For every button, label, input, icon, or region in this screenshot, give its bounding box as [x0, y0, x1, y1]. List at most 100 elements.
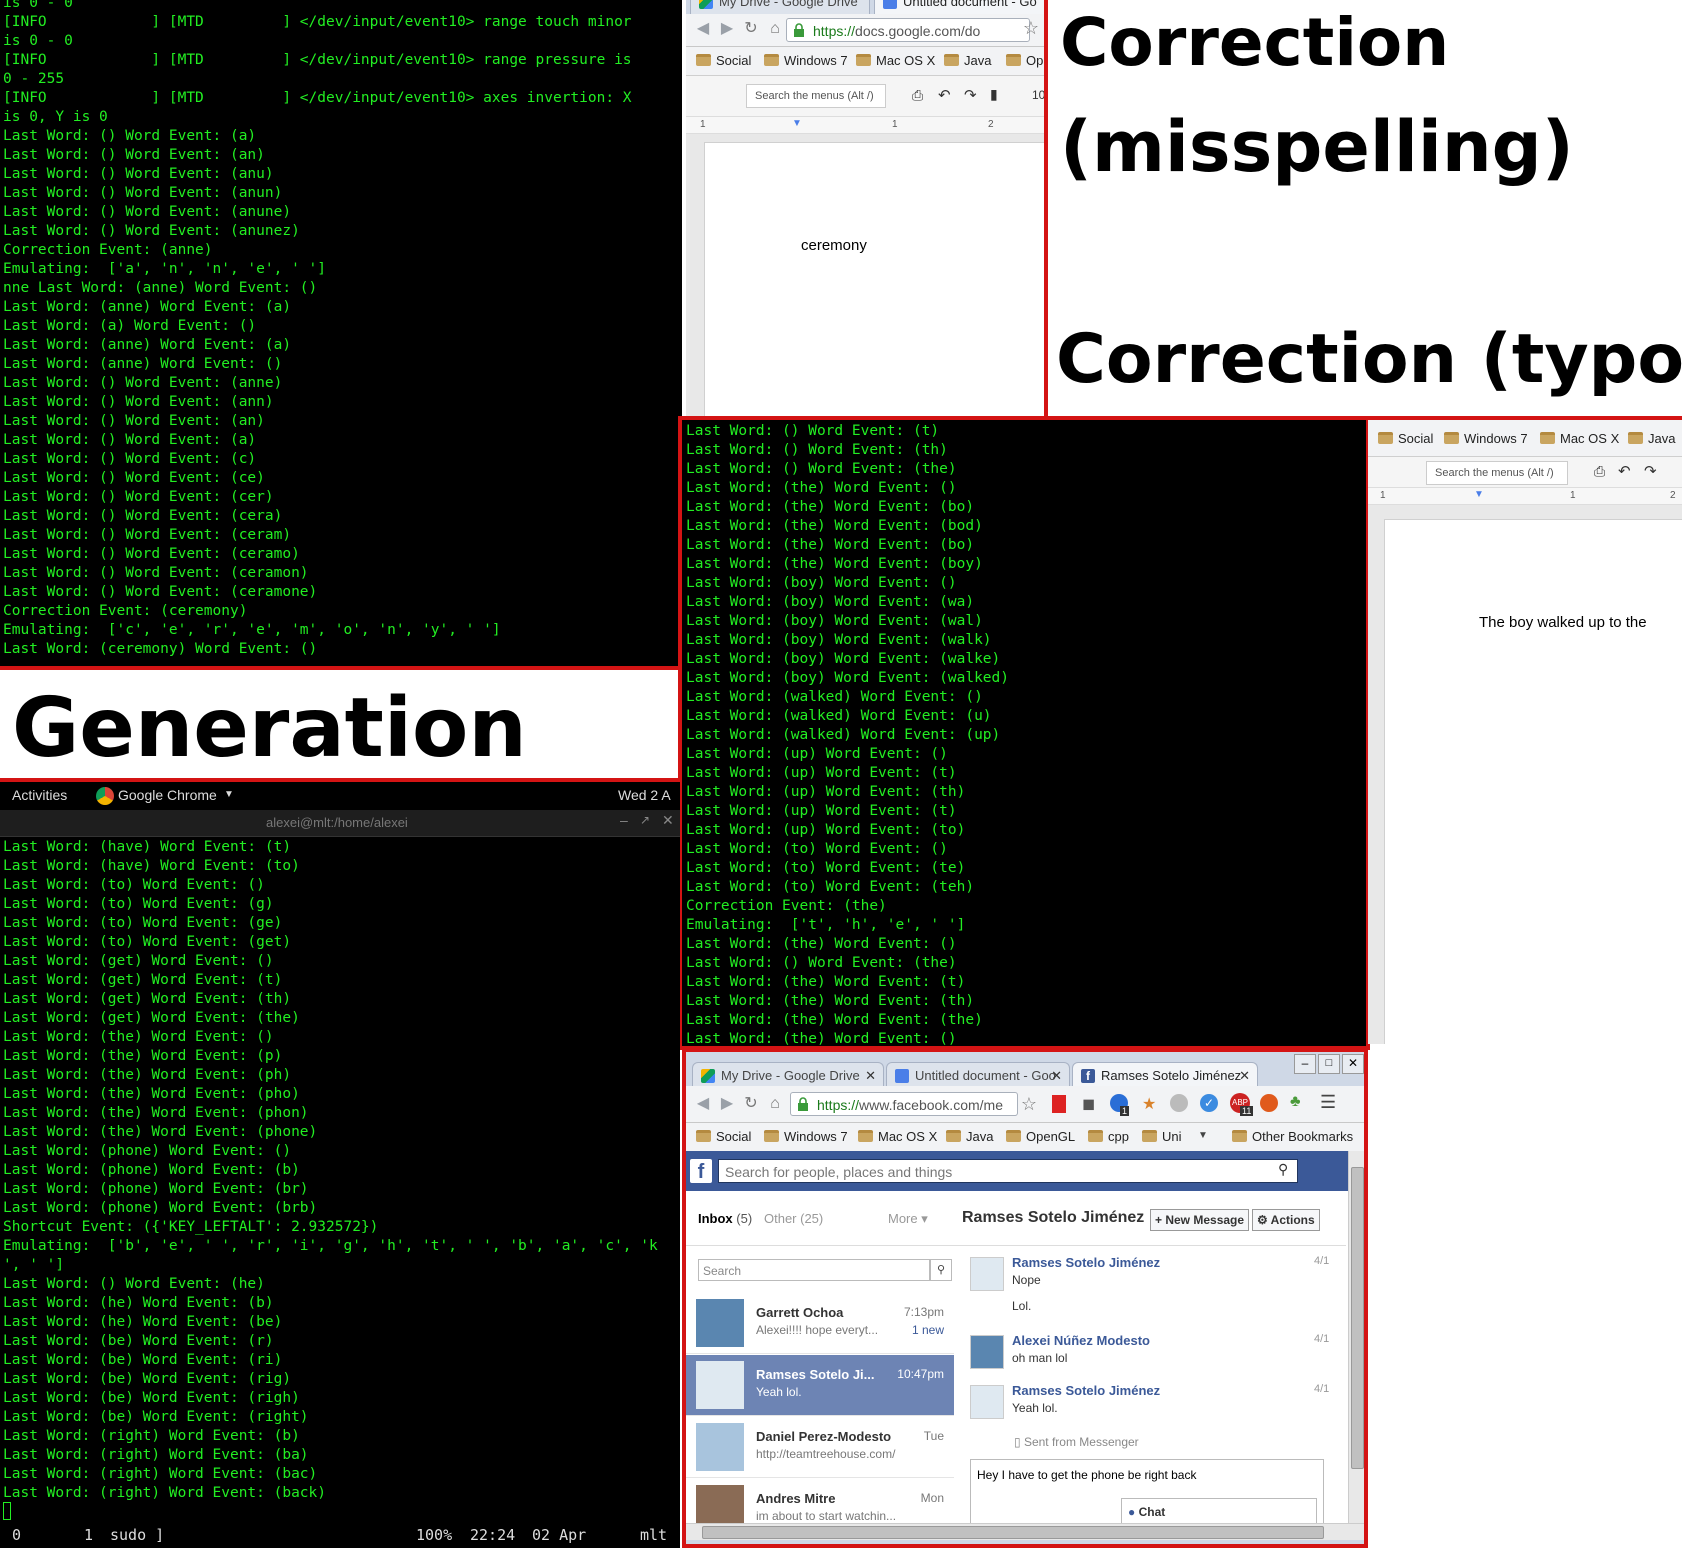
blocked-extension-icon[interactable] [1260, 1094, 1278, 1112]
bookmark-extension-icon[interactable] [1052, 1095, 1066, 1113]
globe-extension-icon[interactable] [1170, 1094, 1188, 1112]
bookmark-social[interactable]: Social [694, 1128, 751, 1146]
thread-row[interactable]: Daniel Perez-Modesto Tue http://teamtreeho… [686, 1417, 954, 1478]
home-icon[interactable]: ⌂ [766, 1095, 784, 1113]
thread-row[interactable]: Ramses Sotelo Ji... 10:47pm Yeah lol. [686, 1355, 954, 1416]
person-icon: ● [1128, 1505, 1136, 1519]
star-icon[interactable]: ☆ [1020, 1095, 1038, 1113]
terminal-line: is 0 - 0 [3, 33, 73, 49]
address-bar[interactable]: https://www.facebook.com/me [790, 1092, 1018, 1116]
document-page[interactable]: ceremony [704, 142, 1044, 416]
undo-icon[interactable]: ↶ [938, 86, 951, 104]
avatar [970, 1385, 1004, 1419]
bookmark-uni[interactable]: Uni [1140, 1128, 1182, 1146]
reply-box[interactable]: Hey I have to get the phone be right bac… [970, 1459, 1324, 1523]
tab-label: Ramses Sotelo Jiménez [1101, 1068, 1242, 1083]
ruler-mark: 2 [988, 119, 994, 130]
tab-my-drive[interactable]: My Drive - Google Drive [690, 0, 870, 14]
minimize-icon[interactable]: – [1294, 1054, 1316, 1074]
scrollbar-thumb[interactable] [1351, 1167, 1364, 1469]
bookmark-mac-os-x[interactable]: Mac OS X [1538, 430, 1619, 448]
bookmark-mac-os-x[interactable]: Mac OS X [856, 1128, 937, 1146]
bookmark-opengl[interactable]: OpenGL [1004, 1128, 1075, 1146]
bookmark-op[interactable]: Op [1004, 52, 1043, 70]
chat-button[interactable]: ● Chat [1121, 1498, 1317, 1523]
tab-untitled-document[interactable]: Untitled document - Goo ✕ [886, 1062, 1070, 1088]
indent-marker-icon[interactable]: ▼ [792, 118, 802, 129]
close-icon[interactable]: ✕ [1342, 1054, 1364, 1074]
bookmark-mac-os-x[interactable]: Mac OS X [854, 52, 935, 70]
zoom-select[interactable]: 10 [1032, 88, 1044, 102]
minimize-icon[interactable]: – [620, 812, 628, 828]
bookmark-windows-7[interactable]: Windows 7 [762, 52, 848, 70]
speaker-extension-icon[interactable]: ◼ [1082, 1094, 1095, 1114]
app-menu[interactable]: Google Chrome [118, 787, 217, 803]
redo-icon[interactable]: ↷ [1644, 462, 1657, 480]
close-tab-icon[interactable]: ✕ [1051, 1063, 1062, 1088]
bookmark-java[interactable]: Java [944, 1128, 993, 1146]
search-icon[interactable]: ⚲ [1278, 1161, 1288, 1178]
bookmark-windows-7[interactable]: Windows 7 [762, 1128, 848, 1146]
back-arrow-icon[interactable]: ◀ [694, 1095, 712, 1113]
rocket-extension-icon[interactable]: ★ [1142, 1094, 1156, 1114]
redo-icon[interactable]: ↷ [964, 86, 977, 104]
indent-marker-icon[interactable]: ▼ [1474, 489, 1484, 500]
thread-row[interactable]: Garrett Ochoa 7:13pm Alexei!!!! hope every… [686, 1293, 954, 1354]
clock[interactable]: Wed 2 A [618, 787, 671, 803]
vertical-scrollbar[interactable] [1348, 1151, 1364, 1523]
search-menus-input[interactable]: Search the menus (Alt /) [746, 84, 886, 108]
actions-button[interactable]: ⚙ Actions [1252, 1209, 1320, 1231]
thread-row[interactable]: Andres Mitre Mon im about to start watchin… [686, 1479, 954, 1523]
message-author[interactable]: Ramses Sotelo Jiménez [1012, 1255, 1160, 1270]
home-icon[interactable]: ⌂ [766, 20, 784, 38]
message-author[interactable]: Alexei Núñez Modesto [1012, 1333, 1150, 1348]
menu-icon[interactable]: ☰ [1320, 1092, 1336, 1113]
bookmarks-overflow-icon[interactable]: ▼ [1198, 1130, 1208, 1141]
reload-icon[interactable]: ↻ [742, 20, 760, 38]
sidebar-search-input[interactable]: Search [698, 1259, 930, 1281]
check-extension-icon[interactable]: ✓ [1200, 1094, 1218, 1112]
chevron-down-icon[interactable]: ▼ [224, 789, 234, 800]
back-arrow-icon[interactable]: ◀ [694, 20, 712, 38]
bookmark-windows-7[interactable]: Windows 7 [1442, 430, 1528, 448]
bookmark-other[interactable]: Other Bookmarks [1230, 1128, 1353, 1146]
forward-arrow-icon[interactable]: ▶ [718, 1095, 736, 1113]
reload-icon[interactable]: ↻ [742, 1095, 760, 1113]
leaf-extension-icon[interactable]: ♣ [1290, 1093, 1301, 1111]
star-icon[interactable]: ☆ [1022, 19, 1040, 37]
document-page[interactable]: The boy walked up to the [1384, 519, 1682, 1044]
tab-facebook[interactable]: f Ramses Sotelo Jiménez ✕ [1072, 1062, 1258, 1088]
undo-icon[interactable]: ↶ [1618, 462, 1631, 480]
other-tab[interactable]: Other (25) [764, 1211, 823, 1226]
activities-button[interactable]: Activities [12, 787, 67, 803]
maximize-icon[interactable]: ↗ [640, 813, 650, 827]
address-bar[interactable]: https://docs.google.com/do [786, 18, 1030, 42]
terminal-line: Last Word: (he) Word Event: (be) [3, 1314, 283, 1330]
tab-untitled-document[interactable]: Untitled document - Go [874, 0, 1044, 14]
bookmark-java[interactable]: Java [942, 52, 991, 70]
search-menus-input[interactable]: Search the menus (Alt /) [1426, 461, 1568, 485]
message-author[interactable]: Ramses Sotelo Jiménez [1012, 1383, 1160, 1398]
more-menu[interactable]: More ▾ [888, 1211, 928, 1227]
search-icon[interactable]: ⚲ [930, 1259, 952, 1281]
bookmark-cpp[interactable]: cpp [1086, 1128, 1129, 1146]
facebook-search-input[interactable]: Search for people, places and things [718, 1159, 1298, 1183]
bookmark-java[interactable]: Java [1626, 430, 1675, 448]
inbox-tab[interactable]: Inbox (5) [698, 1211, 752, 1226]
close-tab-icon[interactable]: ✕ [1239, 1063, 1250, 1088]
tab-my-drive[interactable]: My Drive - Google Drive ✕ [692, 1062, 884, 1088]
bookmark-social[interactable]: Social [694, 52, 751, 70]
maximize-icon[interactable]: □ [1318, 1054, 1340, 1074]
scrollbar-thumb[interactable] [702, 1526, 1324, 1539]
close-tab-icon[interactable]: ✕ [865, 1063, 876, 1088]
facebook-logo-icon[interactable]: f [690, 1159, 712, 1183]
paint-format-icon[interactable]: ▮ [990, 86, 998, 103]
new-message-button[interactable]: + New Message [1150, 1209, 1250, 1231]
print-icon[interactable]: ⎙ [1594, 463, 1605, 480]
folder-icon [1006, 54, 1021, 66]
close-icon[interactable]: ✕ [662, 812, 674, 829]
bookmark-social[interactable]: Social [1376, 430, 1433, 448]
forward-arrow-icon[interactable]: ▶ [718, 20, 736, 38]
print-icon[interactable]: ⎙ [912, 87, 923, 104]
horizontal-scrollbar[interactable] [686, 1523, 1364, 1540]
